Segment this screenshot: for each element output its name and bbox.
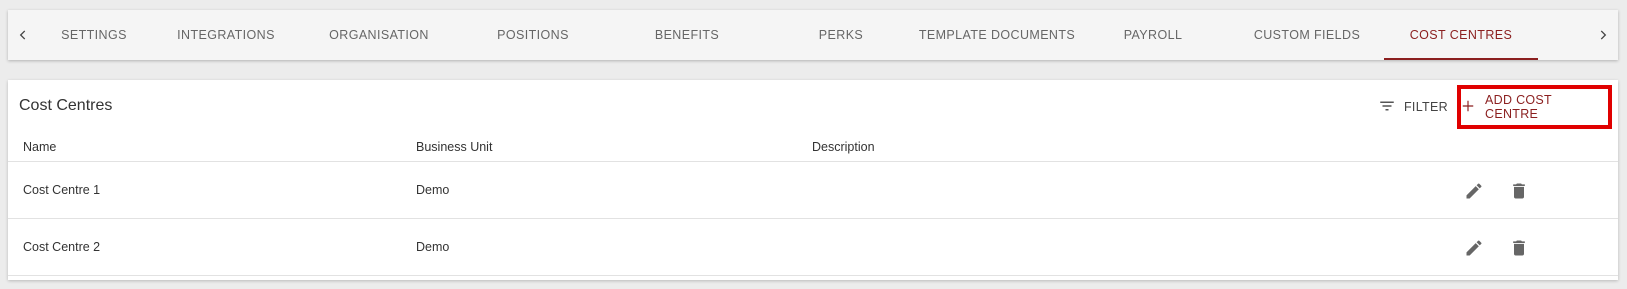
- cell-name: Cost Centre 1: [23, 183, 101, 197]
- page-title: Cost Centres: [19, 97, 113, 114]
- trash-icon[interactable]: [1508, 180, 1530, 202]
- plus-icon: [1461, 99, 1475, 116]
- filter-icon: [1378, 97, 1396, 118]
- cost-centres-card: Cost Centres FILTER ADD COST CENTRE Name…: [8, 80, 1618, 280]
- tab-organisation[interactable]: ORGANISATION: [302, 10, 456, 60]
- cell-name: Cost Centre 2: [23, 240, 101, 254]
- tab-perks[interactable]: PERKS: [764, 10, 918, 60]
- tab-settings[interactable]: SETTINGS: [38, 10, 150, 60]
- trash-icon[interactable]: [1508, 237, 1530, 259]
- column-business-unit[interactable]: Business Unit: [416, 140, 492, 154]
- chevron-left-icon[interactable]: [8, 10, 38, 60]
- add-cost-centre-label: ADD COST CENTRE: [1485, 93, 1552, 121]
- pencil-icon[interactable]: [1463, 237, 1485, 259]
- cell-business-unit: Demo: [416, 240, 450, 254]
- tab-bar: SETTINGS INTEGRATIONS ORGANISATION POSIT…: [8, 10, 1618, 60]
- pencil-icon[interactable]: [1463, 180, 1485, 202]
- table-header: Name Business Unit Description: [8, 132, 1618, 162]
- cell-business-unit: Demo: [416, 183, 450, 197]
- chevron-right-icon[interactable]: [1588, 10, 1618, 60]
- tab-benefits[interactable]: BENEFITS: [610, 10, 764, 60]
- filter-button[interactable]: FILTER: [1378, 96, 1448, 118]
- tab-template-documents[interactable]: TEMPLATE DOCUMENTS: [918, 10, 1076, 60]
- tab-payroll[interactable]: PAYROLL: [1076, 10, 1230, 60]
- tabs: SETTINGS INTEGRATIONS ORGANISATION POSIT…: [38, 10, 1588, 60]
- tab-cost-centres[interactable]: COST CENTRES: [1384, 10, 1538, 60]
- tab-integrations[interactable]: INTEGRATIONS: [150, 10, 302, 60]
- table-row[interactable]: Cost Centre 1 Demo: [8, 162, 1618, 219]
- column-name[interactable]: Name: [23, 140, 56, 154]
- add-cost-centre-button[interactable]: ADD COST CENTRE: [1457, 85, 1612, 129]
- column-description[interactable]: Description: [812, 140, 875, 154]
- filter-label: FILTER: [1404, 100, 1448, 114]
- tab-positions[interactable]: POSITIONS: [456, 10, 610, 60]
- table-row[interactable]: Cost Centre 2 Demo: [8, 219, 1618, 276]
- tab-custom-fields[interactable]: CUSTOM FIELDS: [1230, 10, 1384, 60]
